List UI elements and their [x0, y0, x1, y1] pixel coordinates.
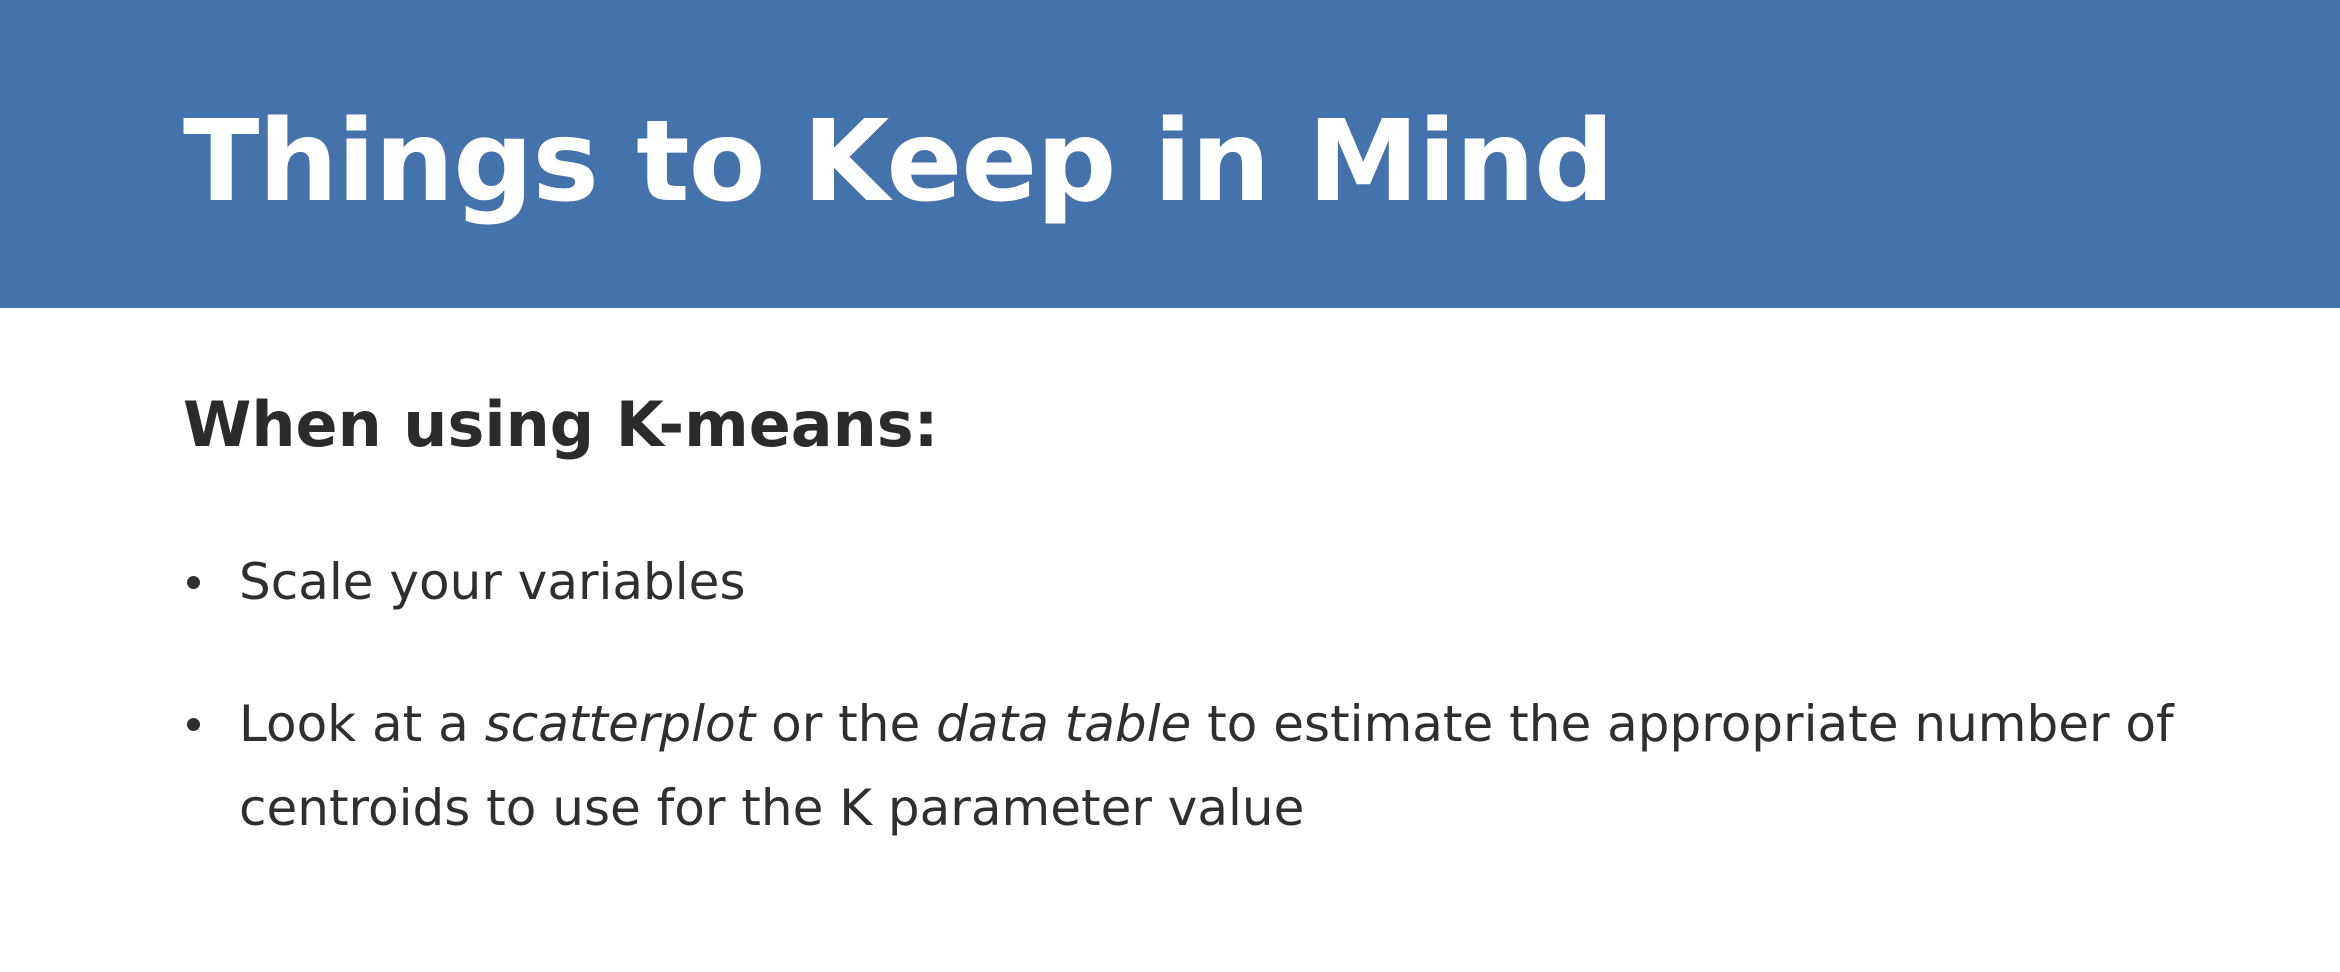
bullet-text-part: Look at a — [239, 695, 485, 753]
slide: Things to Keep in Mind When using K-mean… — [0, 0, 2340, 972]
bullet-item: Look at a scatterplot or the data table … — [183, 682, 2183, 850]
bullet-text: Look at a scatterplot or the data table … — [239, 695, 2174, 837]
bullet-item: Scale your variables — [183, 540, 2183, 624]
bullet-dot-icon — [187, 718, 200, 731]
bullet-text: Scale your variables — [239, 553, 746, 611]
emphasis-data-table: data table — [936, 695, 1192, 753]
section-heading: When using K-means: — [183, 388, 939, 461]
bullet-text-part: or the — [755, 695, 937, 753]
bullet-list: Scale your variables Look at a scatterpl… — [183, 540, 2183, 850]
slide-title: Things to Keep in Mind — [183, 97, 1614, 227]
bullet-dot-icon — [187, 576, 200, 589]
title-bar: Things to Keep in Mind — [0, 0, 2340, 308]
emphasis-scatterplot: scatterplot — [484, 695, 756, 753]
